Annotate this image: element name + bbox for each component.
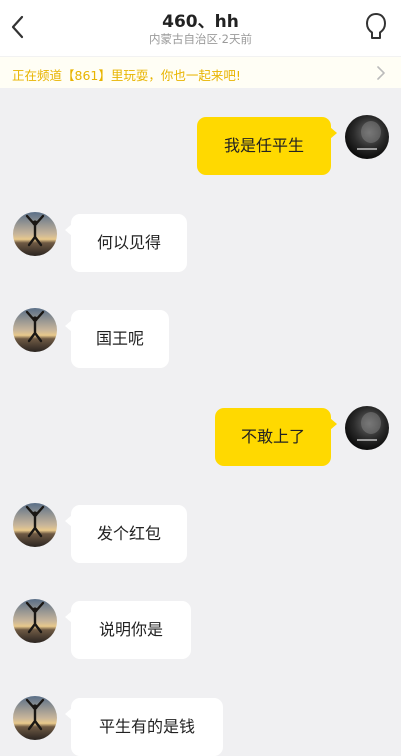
message-text: 说明你是	[98, 620, 163, 639]
portrait-photo	[345, 115, 389, 159]
my-avatar[interactable]	[345, 406, 389, 450]
message-text: 不敢上了	[240, 427, 305, 446]
contact-avatar[interactable]	[13, 308, 57, 352]
bubble-tail	[330, 418, 337, 430]
sunset-jump-photo	[13, 503, 57, 547]
chat-title: 460、hh	[162, 12, 239, 32]
my-avatar[interactable]	[345, 115, 389, 159]
chat-area[interactable]: 我是任平生 何以见得 国王呢 不敢上了 发个红包 说明你是 平生有的是钱	[0, 88, 401, 756]
portrait-photo	[345, 406, 389, 450]
message-text: 发个红包	[96, 524, 161, 543]
contact-avatar[interactable]	[13, 599, 57, 643]
sunset-jump-photo	[13, 308, 57, 352]
bubble-tail	[65, 320, 72, 332]
message-text: 我是任平生	[223, 136, 304, 155]
chat-subtitle: 内蒙古自治区·2天前	[149, 32, 252, 46]
contact-avatar[interactable]	[13, 696, 57, 740]
sunset-jump-photo	[13, 599, 57, 643]
sunset-jump-photo	[13, 212, 57, 256]
channel-banner-text: 正在频道【861】里玩耍，你也一起来吧!	[12, 68, 241, 83]
person-outline-icon	[366, 13, 386, 39]
outgoing-message[interactable]: 我是任平生	[197, 117, 337, 175]
message-text: 何以见得	[96, 233, 161, 252]
incoming-message[interactable]: 平生有的是钱	[65, 698, 223, 756]
bubble-tail	[65, 708, 72, 720]
contact-avatar[interactable]	[13, 212, 57, 256]
channel-banner[interactable]: 正在频道【861】里玩耍，你也一起来吧!	[0, 56, 401, 88]
profile-button[interactable]	[363, 10, 389, 44]
top-bar: 460、hh 内蒙古自治区·2天前	[0, 0, 401, 56]
message-text: 平生有的是钱	[98, 717, 195, 736]
contact-avatar[interactable]	[13, 503, 57, 547]
bubble-tail	[65, 224, 72, 236]
chevron-right-icon	[377, 66, 385, 80]
incoming-message[interactable]: 国王呢	[65, 310, 169, 368]
bubble-tail	[330, 127, 337, 139]
bubble-tail	[65, 515, 72, 527]
incoming-message[interactable]: 说明你是	[65, 601, 191, 659]
sunset-jump-photo	[13, 696, 57, 740]
incoming-message[interactable]: 发个红包	[65, 505, 187, 563]
outgoing-message[interactable]: 不敢上了	[215, 408, 337, 466]
incoming-message[interactable]: 何以见得	[65, 214, 187, 272]
message-text: 国王呢	[95, 329, 144, 348]
bubble-tail	[65, 611, 72, 623]
